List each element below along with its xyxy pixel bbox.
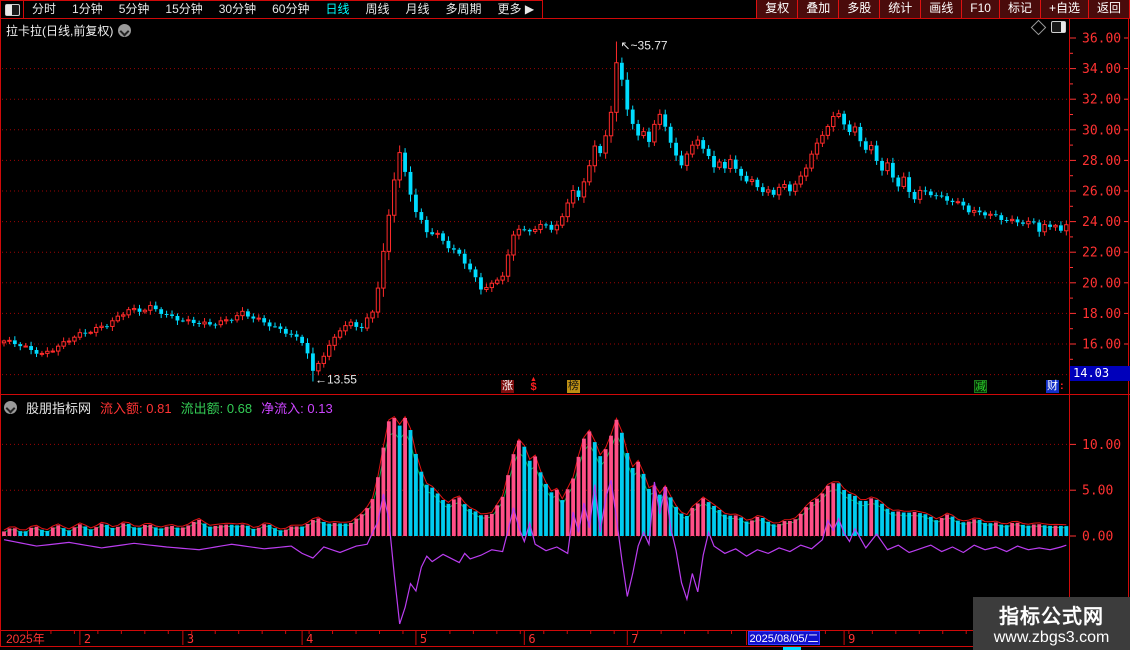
tab-more[interactable]: 更多 ▶ [490,1,543,18]
indicator-collapse-icon[interactable] [4,401,17,414]
action-toolbar: 复权 叠加 多股 统计 画线 F10 标记 +自选 返回 [756,0,1130,19]
layout-button[interactable] [1,1,24,18]
price-axis: 36.00 34.00 32.00 30.00 28.00 26.00 24.00 22.00… [1070,32,1128,383]
indicator-header: 股朋指标网 流入额: 0.81 流出额: 0.68 净流入: 0.13 [4,398,333,417]
svg-text:10.00: 10.00 [1082,438,1121,453]
outflow-label: 流出额: 0.68 [180,401,253,416]
zhang-badge[interactable]: 涨 [501,380,514,393]
price-gridlines [2,68,1068,376]
svg-text:3: 3 [187,632,194,646]
jian-badge[interactable]: 减 [974,380,987,393]
indicator-axis: 10.00 5.00 0.00 [1070,438,1121,545]
back-button[interactable]: 返回 [1087,0,1130,18]
svg-text:22.00: 22.00 [1082,246,1121,261]
svg-text:2025年: 2025年 [6,632,45,646]
crosshair-price-label: 14.03 [1070,366,1130,381]
svg-text:28.00: 28.00 [1082,154,1121,169]
charts-canvas: 36.0034.0032.0030.0028.0026.0024.0022.00… [0,18,1130,647]
add-watchlist-button[interactable]: +自选 [1039,0,1088,18]
svg-text:30.00: 30.00 [1082,123,1121,138]
time-axis: 2025年23456789 [6,631,1061,646]
svg-text:9: 9 [848,632,855,646]
svg-text:20.00: 20.00 [1082,276,1121,291]
svg-text:2: 2 [84,632,91,646]
indicator-source: 股朋指标网 [26,401,92,416]
f10-button[interactable]: F10 [961,0,999,18]
chart-corner-icons [1030,19,1066,35]
svg-text:24.00: 24.00 [1082,215,1121,230]
svg-text:7: 7 [631,632,638,646]
watermark: 指标公式网 www.zbgs3.com [973,597,1130,650]
tab-monthly[interactable]: 月线 [398,1,438,18]
tab-15min[interactable]: 15分钟 [157,1,210,18]
svg-text:0.00: 0.00 [1082,530,1113,545]
crosshair-date-label: 2025/08/05/二 [748,631,820,645]
svg-text:5: 5 [420,632,427,646]
split-window-icon [4,3,20,16]
tab-multiperiod[interactable]: 多周期 [438,1,490,18]
candles-group [1,41,1069,382]
svg-text:26.00: 26.00 [1082,185,1121,200]
tab-5min[interactable]: 5分钟 [111,1,158,18]
app-window: 36.00 34.00 32.00 30.00 28.00 26.00 24.00 22.00… [0,0,1130,650]
dollar-flag-icon[interactable]: ▲ $ [527,376,540,393]
pane-layout-icon[interactable] [1051,21,1066,33]
svg-text:16.00: 16.00 [1082,338,1121,353]
status-band: 涨 ▲ $ 榜 减 财 : [0,376,1130,393]
cai-badge[interactable]: 财 [1046,380,1059,393]
multistock-button[interactable]: 多股 [838,0,880,18]
svg-text:32.00: 32.00 [1082,93,1121,108]
stats-button[interactable]: 统计 [879,0,921,18]
flow-bars [2,417,1069,536]
tab-60min[interactable]: 60分钟 [264,1,317,18]
watermark-title: 指标公式网 [999,606,1104,628]
tab-30min[interactable]: 30分钟 [211,1,264,18]
diamond-icon[interactable] [1030,19,1047,35]
tab-fenshi[interactable]: 分时 [24,1,64,18]
tab-daily[interactable]: 日线 [317,1,357,18]
fuquan-button[interactable]: 复权 [756,0,798,18]
svg-text:18.00: 18.00 [1082,307,1121,322]
cai-colon: : [1060,380,1064,392]
chart-title: 拉卡拉(日线,前复权) [6,24,114,38]
svg-text:4: 4 [306,632,313,646]
period-toolbar: 分时 1分钟 5分钟 15分钟 30分钟 60分钟 日线 周线 月线 多周期 更… [0,0,544,19]
overlay-button[interactable]: 叠加 [797,0,839,18]
watermark-url: www.zbgs3.com [993,629,1110,646]
tab-1min[interactable]: 1分钟 [64,1,111,18]
svg-text:34.00: 34.00 [1082,62,1121,77]
drawline-button[interactable]: 画线 [920,0,962,18]
bang-badge[interactable]: 榜 [567,380,580,393]
netflow-label: 净流入: 0.13 [261,401,333,416]
svg-text:36.00: 36.00 [1082,32,1121,47]
chart-title-row: 拉卡拉(日线,前复权) [6,22,132,39]
svg-text:↖~35.77: ↖~35.77 [620,39,667,53]
mark-button[interactable]: 标记 [998,0,1040,18]
svg-text:5.00: 5.00 [1082,484,1113,499]
svg-text:6: 6 [528,632,535,646]
title-chevron-down-icon[interactable] [118,24,132,37]
tab-weekly[interactable]: 周线 [357,1,397,18]
inflow-label: 流入额: 0.81 [100,401,172,416]
